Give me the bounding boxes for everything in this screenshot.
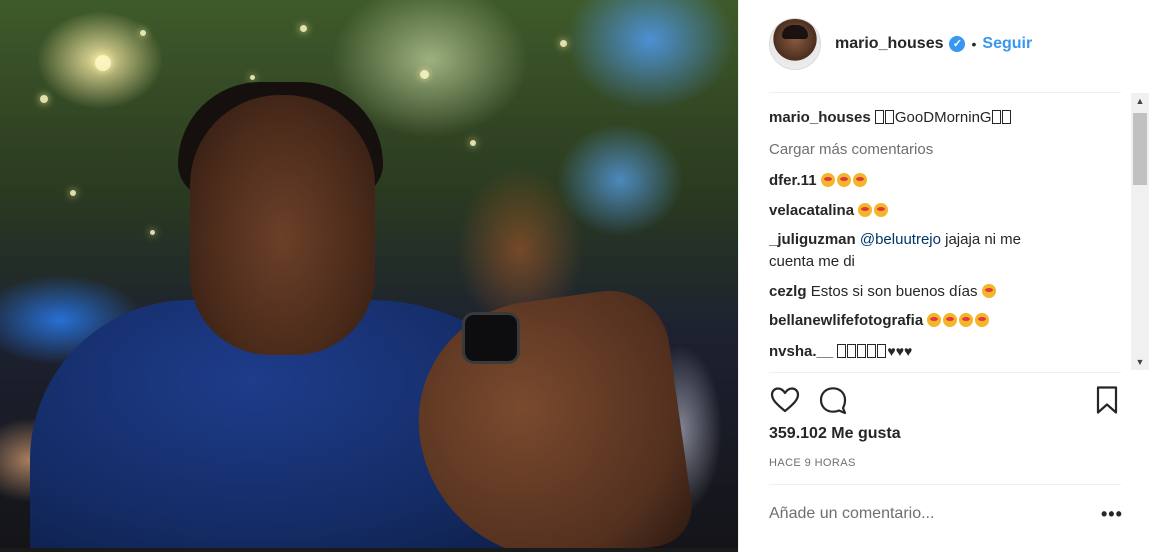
comment-item: _juliguzman @beluutrejo jajaja ni me cue… <box>769 229 1069 273</box>
emoji-heart-eyes-icon <box>820 172 869 189</box>
comment-username[interactable]: nvsha.__ <box>769 343 833 360</box>
like-count[interactable]: 359.102 Me gusta <box>769 425 901 443</box>
caption-username[interactable]: mario_houses <box>769 109 871 126</box>
comments-scrollbar[interactable]: ▲ ▼ <box>1131 93 1149 370</box>
divider <box>769 92 1121 93</box>
follow-button[interactable]: Seguir <box>982 35 1032 53</box>
caption-text: GooDMorninG <box>874 109 1012 126</box>
comment-text: ♥♥♥ <box>837 343 912 360</box>
emoji-kiss-icon <box>981 283 998 300</box>
comment-username[interactable]: _juliguzman <box>769 231 856 248</box>
divider <box>769 372 1121 373</box>
more-options-icon[interactable]: ••• <box>1101 504 1123 525</box>
add-comment-input[interactable]: Añade un comentario... <box>769 505 1059 523</box>
wristwatch <box>462 312 520 364</box>
comment-username[interactable]: dfer.11 <box>769 172 817 189</box>
author-username[interactable]: mario_houses <box>835 35 943 53</box>
divider <box>769 484 1121 485</box>
post-actions <box>769 384 1121 416</box>
comment-icon[interactable] <box>817 384 849 416</box>
comment-username[interactable]: cezlg <box>769 283 807 300</box>
comment-text: Estos si son buenos días <box>810 283 978 300</box>
emoji-kiss-icon <box>927 312 991 329</box>
bookmark-icon[interactable] <box>1091 384 1123 416</box>
post-header: mario_houses ✓ • Seguir <box>769 18 1032 70</box>
post-photo[interactable] <box>0 0 738 552</box>
comment-item: cezlg Estos si son buenos días <box>769 281 1069 303</box>
load-more-comments-button[interactable]: Cargar más comentarios <box>769 139 933 161</box>
post-side-panel: mario_houses ✓ • Seguir mario_houses Goo… <box>738 0 1150 552</box>
comment-item: velacatalina <box>769 200 1069 222</box>
verified-badge-icon: ✓ <box>949 36 966 52</box>
comments-list: mario_houses GooDMorninG Cargar más come… <box>769 100 1129 370</box>
heart-icon[interactable] <box>769 384 801 416</box>
avatar[interactable] <box>769 18 821 70</box>
instagram-post-modal: mario_houses ✓ • Seguir mario_houses Goo… <box>0 0 1150 552</box>
emoji-heart-eyes-icon <box>858 202 890 219</box>
comment-username[interactable]: velacatalina <box>769 202 854 219</box>
comment-item: dfer.11 <box>769 170 1069 192</box>
caption: mario_houses GooDMorninG <box>769 107 1069 129</box>
scrollbar-thumb[interactable] <box>1133 113 1147 185</box>
comment-username[interactable]: bellanewlifefotografia <box>769 312 923 329</box>
comment-mention[interactable]: @beluutrejo <box>860 231 941 248</box>
header-separator: • <box>971 36 977 52</box>
scroll-up-arrow-icon[interactable]: ▲ <box>1131 93 1149 109</box>
scroll-down-arrow-icon[interactable]: ▼ <box>1131 354 1149 370</box>
comment-item: nvsha.__ ♥♥♥ <box>769 340 1069 363</box>
post-timestamp[interactable]: HACE 9 HORAS <box>769 457 856 469</box>
comment-item: bellanewlifefotografia <box>769 310 1069 332</box>
